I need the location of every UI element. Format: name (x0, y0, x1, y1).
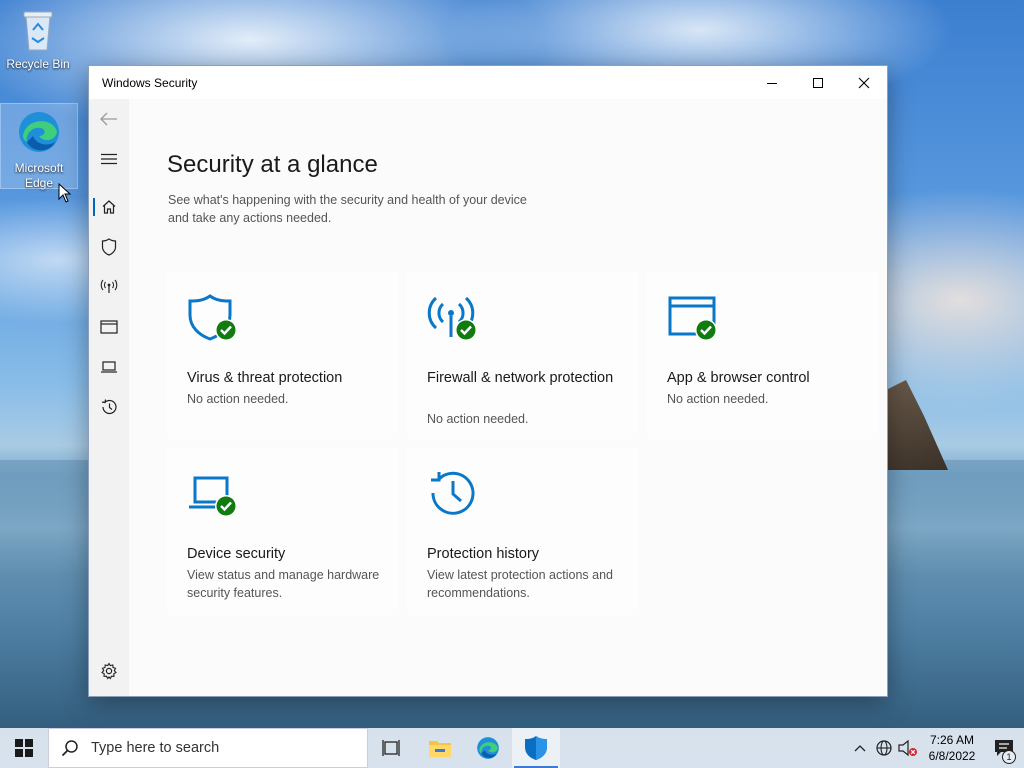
back-button[interactable] (89, 101, 129, 137)
minimize-button[interactable] (749, 66, 795, 99)
search-icon (61, 740, 78, 757)
laptop-icon (101, 361, 117, 373)
notification-badge: 1 (1002, 750, 1016, 764)
nav-virus-threat-protection[interactable] (89, 229, 129, 265)
edge-icon (1, 104, 77, 159)
close-button[interactable] (841, 66, 887, 99)
title-bar[interactable]: Windows Security (89, 66, 887, 99)
nav-protection-history[interactable] (89, 389, 129, 425)
card-description: View status and manage hardware security… (187, 568, 380, 600)
nav-firewall-network[interactable] (89, 269, 129, 305)
system-tray: 7:26 AM 6/8/2022 1 (848, 728, 1024, 768)
volume-button[interactable] (896, 728, 920, 768)
menu-button[interactable] (89, 141, 129, 177)
card-title: Virus & threat protection (187, 370, 343, 386)
main-content: Security at a glance See what's happenin… (129, 99, 887, 696)
volume-muted-icon (898, 739, 917, 757)
card-app-browser-control[interactable]: App & browser control No action needed. (647, 271, 879, 439)
windows-logo-icon (15, 739, 33, 757)
taskbar-clock[interactable]: 7:26 AM 6/8/2022 (920, 732, 984, 764)
page-title: Security at a glance (167, 151, 378, 178)
nav-settings[interactable] (89, 653, 129, 689)
edge-taskbar-button[interactable] (464, 728, 512, 768)
close-icon (858, 77, 870, 88)
search-placeholder: Type here to search (91, 740, 220, 756)
window-title: Windows Security (102, 75, 198, 90)
shield-check-icon (187, 293, 239, 348)
maximize-button[interactable] (795, 66, 841, 99)
card-title: Device security (187, 546, 286, 562)
navigation-sidebar (89, 99, 129, 696)
action-center-button[interactable]: 1 (984, 728, 1024, 768)
history-icon (101, 399, 117, 415)
windows-security-window: Windows Security Security at a glance Se… (88, 65, 888, 697)
card-protection-history[interactable]: Protection history View latest protectio… (407, 447, 639, 615)
nav-device-security[interactable] (89, 349, 129, 385)
chevron-up-icon (854, 745, 866, 752)
nav-home[interactable] (89, 189, 129, 225)
card-device-security[interactable]: Device security View status and manage h… (167, 447, 399, 615)
page-subtitle: See what's happening with the security a… (168, 193, 527, 225)
folder-icon (429, 741, 451, 757)
desktop-wallpaper-cliff (888, 380, 948, 470)
gear-icon (101, 662, 117, 680)
windows-security-taskbar-button[interactable] (512, 728, 560, 768)
back-arrow-icon (100, 112, 117, 126)
clock-time: 7:26 AM (929, 733, 975, 747)
recycle-bin-icon (0, 8, 76, 55)
task-view-button[interactable] (368, 728, 416, 768)
card-title: App & browser control (667, 370, 810, 386)
mouse-cursor-icon (58, 182, 72, 208)
hamburger-icon (101, 153, 117, 165)
desktop-icon-label: Recycle Bin (6, 57, 70, 71)
card-description: View latest protection actions and recom… (427, 568, 613, 600)
maximize-icon (813, 77, 823, 88)
show-hidden-icons-button[interactable] (848, 728, 872, 768)
app-browser-check-icon (667, 293, 719, 348)
card-description: No action needed. (667, 392, 769, 406)
card-virus-threat-protection[interactable]: Virus & threat protection No action need… (167, 271, 399, 439)
wireless-icon (100, 279, 118, 293)
taskbar-search-box[interactable]: Type here to search (48, 728, 368, 768)
card-title: Protection history (427, 546, 540, 562)
file-explorer-button[interactable] (416, 728, 464, 768)
network-button[interactable] (872, 728, 896, 768)
task-view-icon (382, 740, 400, 756)
start-button[interactable] (0, 728, 48, 768)
history-icon (427, 469, 479, 524)
shield-icon (101, 238, 117, 256)
firewall-check-icon (427, 293, 479, 348)
browser-window-icon (100, 320, 118, 334)
edge-icon (477, 737, 499, 759)
clock-date: 6/8/2022 (928, 749, 976, 763)
desktop-icon-recycle-bin[interactable]: Recycle Bin (0, 8, 76, 74)
desktop-icon-microsoft-edge[interactable]: Microsoft Edge (0, 103, 78, 190)
minimize-icon (767, 82, 777, 84)
card-description: No action needed. (187, 392, 289, 406)
card-title: Firewall & network protection (427, 370, 614, 386)
laptop-check-icon (187, 469, 239, 524)
nav-app-browser-control[interactable] (89, 309, 129, 345)
defender-shield-icon (525, 736, 547, 760)
globe-icon (876, 740, 892, 756)
home-icon (102, 200, 116, 214)
card-description: No action needed. (427, 412, 529, 426)
taskbar: Type here to search 7:26 AM 6/8/2022 1 (0, 728, 1024, 768)
card-firewall-network-protection[interactable]: Firewall & network protection No action … (407, 271, 639, 439)
